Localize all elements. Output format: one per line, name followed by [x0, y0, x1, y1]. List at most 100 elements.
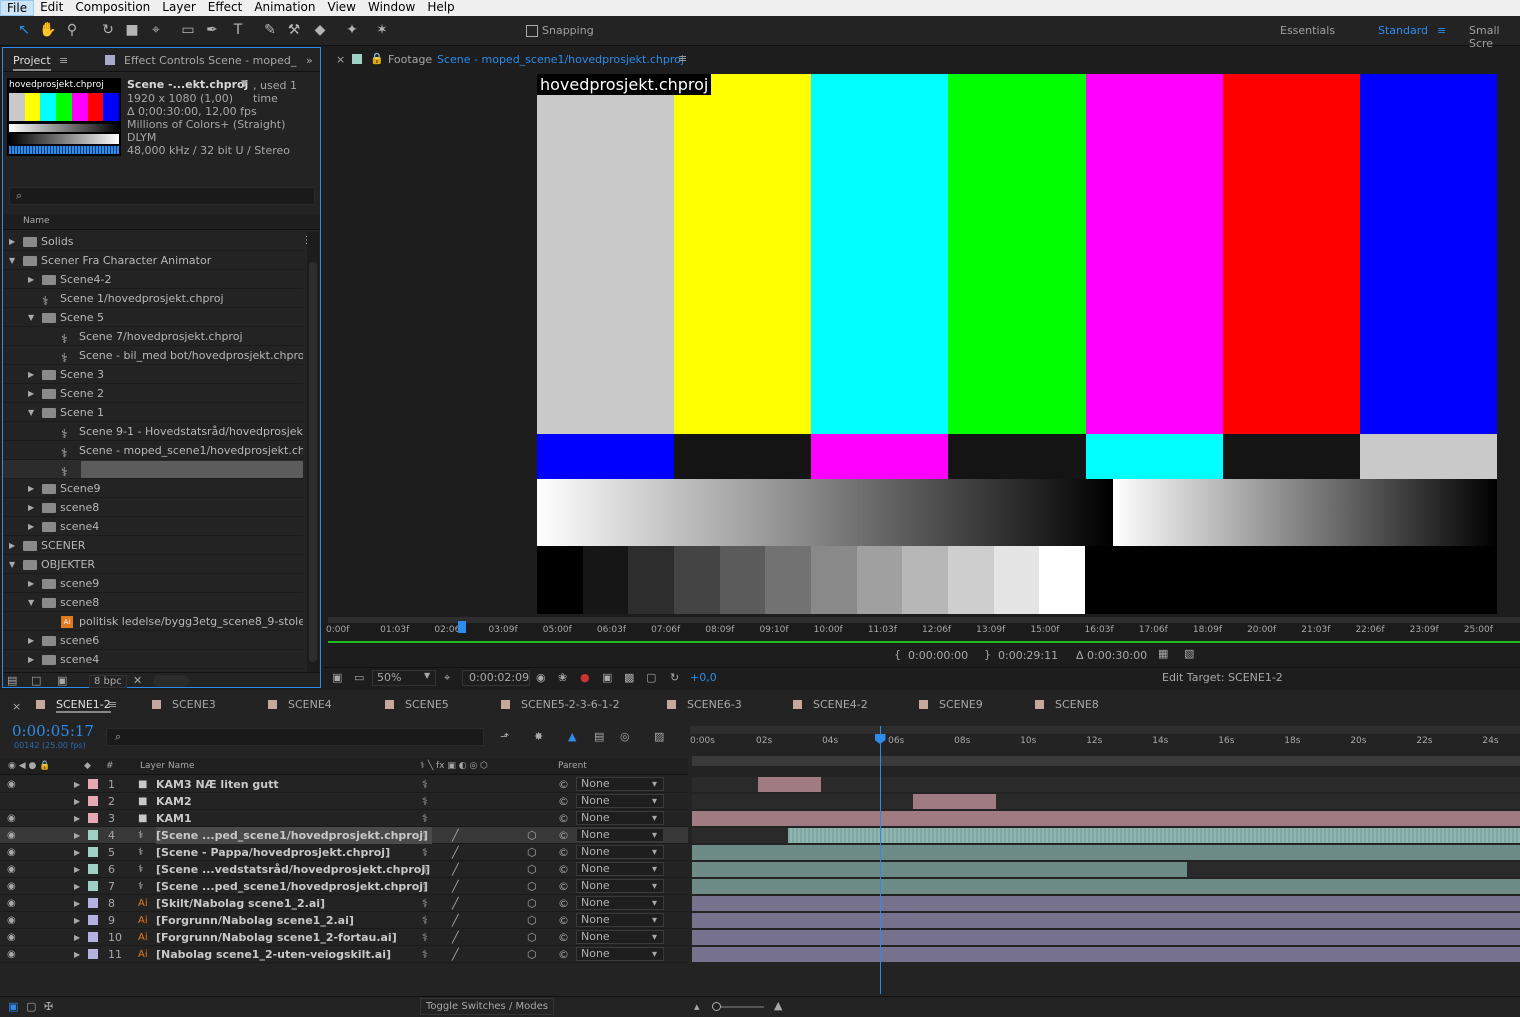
- layer-duration-bar[interactable]: [692, 845, 1520, 860]
- workspace-menu-icon[interactable]: ≡: [1437, 24, 1446, 37]
- twirl-open-icon[interactable]: ▼: [9, 555, 15, 573]
- shy-switch-icon[interactable]: ⚕: [422, 929, 428, 946]
- 3d-layer-icon[interactable]: ⬡: [527, 912, 537, 929]
- timeline-navigator[interactable]: [692, 756, 1520, 766]
- project-item[interactable]: ▼ Scener Fra Character Animator: [3, 251, 303, 270]
- column-parent[interactable]: Parent: [558, 761, 587, 771]
- 3d-layer-icon[interactable]: ⬡: [527, 827, 537, 844]
- twirl-closed-icon[interactable]: ▶: [28, 517, 34, 535]
- project-item[interactable]: ▶ scene4: [3, 517, 303, 536]
- project-item[interactable]: ▶ Scene 3: [3, 365, 303, 384]
- layer-row[interactable]: ▶ 2 ■ KAM2 ⚕ © None ▾: [0, 793, 688, 810]
- layer-switches-icon[interactable]: ▣: [8, 1000, 18, 1013]
- tab-project[interactable]: Project: [13, 54, 51, 71]
- tab-comp[interactable]: SCENE5-2-3-6-1-2: [521, 698, 620, 711]
- twirl-open-icon[interactable]: ▼: [28, 593, 34, 611]
- eye-icon[interactable]: ◉: [7, 929, 16, 946]
- tab-comp[interactable]: SCENE3: [172, 698, 216, 711]
- modes-icon[interactable]: ▢: [26, 1000, 36, 1013]
- twirl-closed-icon[interactable]: ▶: [74, 827, 80, 844]
- timeline-menu-icon[interactable]: ≡: [108, 698, 117, 711]
- project-item[interactable]: ⚕ Scene 7/hovedprosjekt.chproj: [3, 327, 303, 346]
- twirl-closed-icon[interactable]: ▶: [28, 574, 34, 592]
- pick-whip-icon[interactable]: ©: [558, 878, 569, 895]
- viewer-tab-path[interactable]: Scene - moped_scene1/hovedprosjekt.chpro…: [437, 53, 684, 66]
- layer-row[interactable]: ◉ ▶ 8 Ai [Skilt/Nabolag scene1_2.ai] ⚕ ╱ ⬡ © None…: [0, 895, 688, 912]
- twirl-closed-icon[interactable]: ▶: [74, 861, 80, 878]
- twirl-closed-icon[interactable]: ▶: [74, 810, 80, 827]
- snapshot-icon[interactable]: ◉: [536, 671, 546, 684]
- pick-whip-icon[interactable]: ©: [558, 895, 569, 912]
- twirl-closed-icon[interactable]: ▶: [74, 946, 80, 963]
- pen-tool-icon[interactable]: ✒: [202, 20, 222, 40]
- project-item[interactable]: ▼ scene8: [3, 593, 303, 612]
- label-color-icon[interactable]: [88, 830, 98, 840]
- pick-whip-icon[interactable]: ©: [558, 827, 569, 844]
- twirl-closed-icon[interactable]: ▶: [74, 844, 80, 861]
- rename-field[interactable]: [81, 461, 303, 478]
- shy-switch-icon[interactable]: ⚕: [422, 810, 428, 827]
- shy-switch-icon[interactable]: ⚕: [422, 946, 428, 963]
- parent-select[interactable]: None: [576, 913, 664, 927]
- in-time[interactable]: 0:00:00:00: [908, 649, 968, 662]
- layer-duration-bar[interactable]: [692, 947, 1520, 962]
- layer-name[interactable]: [Scene ...ped_scene1/hovedprosjekt.chpro…: [156, 827, 433, 844]
- layer-name[interactable]: KAM2: [156, 793, 192, 810]
- out-time[interactable]: 0:00:29:11: [998, 649, 1058, 662]
- viewer-menu-icon[interactable]: ≡: [678, 52, 687, 65]
- zoom-in-icon[interactable]: ▲: [774, 999, 782, 1012]
- show-snapshot-icon[interactable]: ❀: [558, 671, 567, 684]
- in-out-icon[interactable]: ✠: [44, 1000, 53, 1013]
- twirl-closed-icon[interactable]: ▶: [74, 929, 80, 946]
- pick-whip-icon[interactable]: ©: [558, 844, 569, 861]
- twirl-closed-icon[interactable]: ▶: [74, 912, 80, 929]
- shy-switch-icon[interactable]: ⚕: [422, 793, 428, 810]
- label-color-icon[interactable]: [88, 847, 98, 857]
- pick-whip-icon[interactable]: ©: [558, 929, 569, 946]
- 3d-layer-icon[interactable]: ⬡: [527, 844, 537, 861]
- camera-tool-icon[interactable]: ■: [122, 20, 142, 40]
- tab-effect-controls[interactable]: Effect Controls Scene - moped_: [124, 54, 296, 67]
- puppet-pin-tool-icon[interactable]: ✶: [372, 20, 392, 40]
- parent-select[interactable]: None: [576, 862, 664, 876]
- quality-switch-icon[interactable]: ╱: [452, 929, 459, 946]
- current-time-field[interactable]: 0:00:02:09: [462, 670, 530, 686]
- interpret-footage-icon[interactable]: ▤: [7, 674, 17, 687]
- label-color-icon[interactable]: [88, 864, 98, 874]
- layer-row[interactable]: ◉ ▶ 10 Ai [Forgrunn/Nabolag scene1_2-fortau.…: [0, 929, 688, 946]
- eye-icon[interactable]: ◉: [7, 776, 16, 793]
- quality-switch-icon[interactable]: ╱: [452, 912, 459, 929]
- label-color-icon[interactable]: [88, 898, 98, 908]
- layer-row[interactable]: ◉ ▶ 3 ■ KAM1 ⚕ © None ▾: [0, 810, 688, 827]
- zoom-slider[interactable]: [712, 1002, 764, 1011]
- shy-switch-icon[interactable]: ⚕: [422, 912, 428, 929]
- zoom-tool-icon[interactable]: ⚲: [62, 20, 82, 40]
- tab-comp[interactable]: SCENE6-3: [687, 698, 742, 711]
- pick-whip-icon[interactable]: ©: [558, 946, 569, 963]
- channels-icon[interactable]: ●: [580, 671, 590, 684]
- eye-icon[interactable]: ◉: [7, 878, 16, 895]
- layer-name[interactable]: KAM3 NÆ liten gutt: [156, 776, 279, 793]
- hand-tool-icon[interactable]: ✋: [38, 20, 58, 40]
- eye-icon[interactable]: ◉: [7, 827, 16, 844]
- tab-comp[interactable]: SCENE8: [1055, 698, 1099, 711]
- twirl-closed-icon[interactable]: ▶: [9, 536, 15, 554]
- label-color-icon[interactable]: [88, 949, 98, 959]
- tab-comp[interactable]: SCENE4-2: [813, 698, 868, 711]
- project-item[interactable]: ▶ scene4: [3, 650, 303, 669]
- workspace-standard[interactable]: Standard: [1378, 24, 1428, 37]
- twirl-closed-icon[interactable]: ▶: [28, 498, 34, 516]
- pick-whip-icon[interactable]: ©: [558, 776, 569, 793]
- shy-switch-icon[interactable]: ⚕: [422, 776, 428, 793]
- layer-row[interactable]: ◉ ▶ 7 ⚕ [Scene ...ped_scene1/hovedprosjekt.c…: [0, 878, 688, 895]
- quality-switch-icon[interactable]: ╱: [452, 895, 459, 912]
- rectangle-tool-icon[interactable]: ▭: [178, 20, 198, 40]
- av-features-icon[interactable]: ◉ ◀ ● 🔒: [8, 761, 50, 771]
- project-item[interactable]: ⚕ Scene - bil_med bot/hovedprosjekt.chpro…: [3, 346, 303, 365]
- shy-switch-icon[interactable]: ⚕: [422, 878, 428, 895]
- layer-duration-bar[interactable]: [913, 794, 996, 809]
- pick-whip-icon[interactable]: ©: [558, 793, 569, 810]
- project-menu-icon[interactable]: ≡: [59, 54, 68, 67]
- shy-layers-icon[interactable]: ▲: [568, 730, 576, 743]
- work-area-bar[interactable]: [690, 726, 1520, 734]
